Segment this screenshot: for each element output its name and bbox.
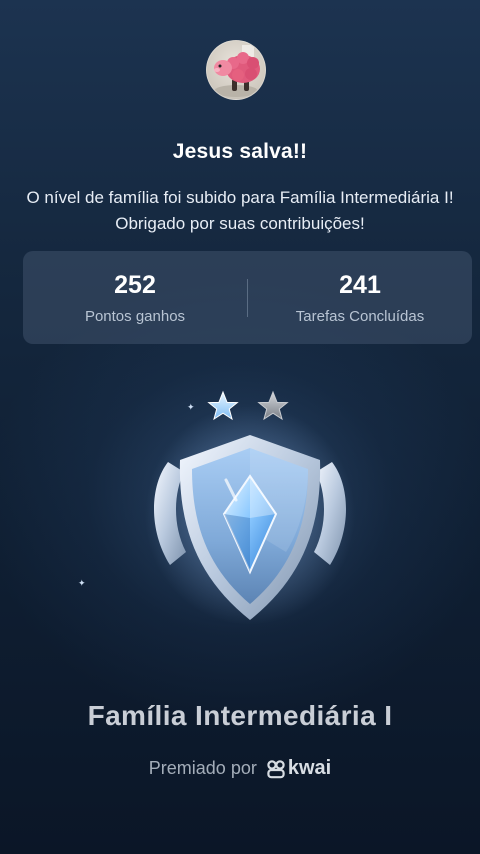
kwai-brand-text: kwai [287, 757, 332, 779]
level-title: Família Intermediária I [87, 700, 393, 731]
stat-points-value: 252 [114, 271, 156, 299]
kwai-logo: kwai [266, 757, 331, 780]
awarded-by: Premiado por kwai [0, 757, 480, 780]
username: Jesus salva!! [172, 140, 308, 163]
awarded-by-label: Premiado por [148, 758, 257, 778]
stats-card: 252 Pontos ganhos 241 Tarefas Concluídas [23, 251, 472, 344]
stat-tasks: 241 Tarefas Concluídas [248, 270, 472, 325]
level-badge [140, 380, 360, 630]
sparkle-icon: ✦ [78, 578, 86, 588]
kwai-logo-icon [267, 759, 285, 778]
stat-points: 252 Pontos ganhos [23, 270, 247, 325]
stat-tasks-value: 241 [339, 271, 381, 299]
level-up-message: O nível de família foi subido para Famíl… [26, 188, 454, 233]
shield-diamond-badge-icon [145, 390, 355, 625]
sheep-plush-avatar-icon [214, 45, 260, 97]
avatar[interactable] [206, 40, 266, 100]
stat-tasks-label: Tarefas Concluídas [295, 308, 425, 325]
stat-points-label: Pontos ganhos [84, 308, 186, 325]
